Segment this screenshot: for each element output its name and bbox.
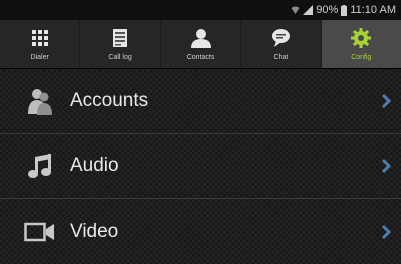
- status-bar: 90% 11:10 AM: [0, 0, 401, 20]
- gear-icon: [351, 28, 372, 48]
- contacts-icon: [190, 29, 211, 48]
- signal-icon: [303, 5, 314, 15]
- tab-label: Config: [351, 54, 372, 61]
- tab-label: Call log: [108, 54, 132, 61]
- wifi-icon: [291, 6, 300, 14]
- chevron-right-icon: [381, 158, 391, 174]
- settings-menu: Accounts Audio Video: [0, 69, 401, 264]
- tab-config[interactable]: Config: [321, 20, 401, 68]
- call-log-icon: [113, 29, 128, 47]
- chevron-right-icon: [381, 93, 391, 109]
- menu-item-video[interactable]: Video: [0, 199, 401, 264]
- tab-label: Contacts: [186, 54, 215, 61]
- tab-bar: Dialer Call log Contacts Chat Config: [0, 20, 401, 69]
- tab-contacts[interactable]: Contacts: [161, 20, 242, 68]
- menu-item-accounts[interactable]: Accounts: [0, 69, 401, 134]
- battery-icon: [341, 4, 348, 16]
- accounts-icon: [24, 87, 56, 115]
- music-note-icon: [24, 152, 56, 180]
- dialpad-icon: [31, 30, 48, 46]
- clock: 11:10 AM: [350, 4, 396, 16]
- menu-item-audio[interactable]: Audio: [0, 134, 401, 199]
- tab-dialer[interactable]: Dialer: [0, 20, 81, 68]
- chat-icon: [271, 29, 290, 47]
- tab-chat[interactable]: Chat: [241, 20, 322, 68]
- menu-item-label: Video: [70, 220, 119, 242]
- video-camera-icon: [24, 218, 56, 246]
- battery-percent: 90%: [316, 4, 339, 16]
- menu-item-label: Accounts: [70, 90, 149, 111]
- tab-call-log[interactable]: Call log: [80, 20, 161, 68]
- chevron-right-icon: [381, 224, 391, 239]
- status-indicators: 90% 11:10 AM: [291, 3, 396, 17]
- tab-label: Dialer: [30, 54, 49, 61]
- menu-item-label: Audio: [70, 155, 119, 176]
- tab-label: Chat: [273, 54, 289, 61]
